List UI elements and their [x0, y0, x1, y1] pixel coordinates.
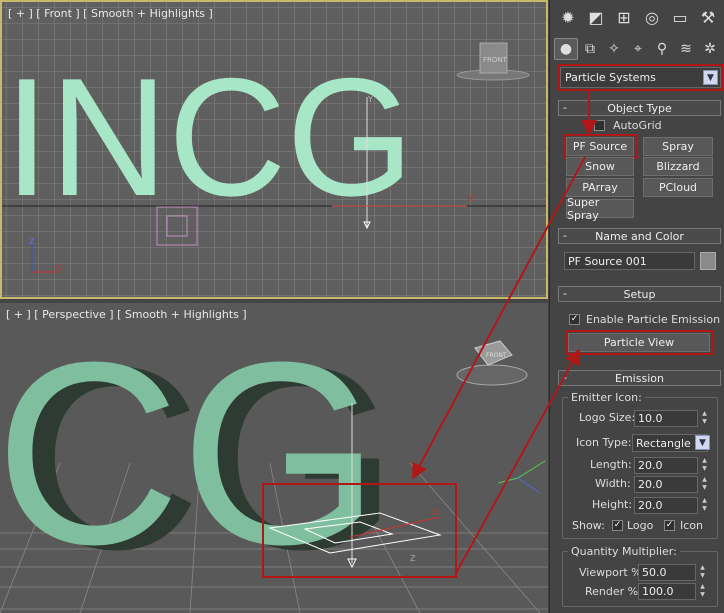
perspective-cg-text: CG: [0, 309, 380, 599]
front-viewcube-label: FRONT: [483, 56, 508, 64]
object-type-rollout-header[interactable]: - Object Type: [558, 100, 721, 116]
height-label: Height:: [592, 498, 633, 511]
name-color-title: Name and Color: [595, 229, 684, 243]
spinner-arrows-icon[interactable]: ▲ ▼: [700, 497, 709, 514]
width-spinner[interactable]: 20.0: [634, 476, 698, 493]
front-viewport-canvas: INCG X Y FRONT X Z: [2, 2, 546, 297]
hierarchy-icon[interactable]: ⊞: [610, 4, 638, 30]
show-label: Show:: [572, 519, 605, 532]
enable-emission-label: Enable Particle Emission: [586, 313, 721, 326]
show-logo-label: Logo: [627, 519, 654, 532]
cameras-icon[interactable]: ⌖: [626, 38, 650, 60]
setup-rollout-header[interactable]: - Setup: [558, 286, 721, 302]
collapse-icon: -: [563, 371, 567, 384]
motion-icon[interactable]: ◎: [638, 4, 666, 30]
perspective-gizmo-z-label: Z: [410, 554, 416, 563]
object-name-field[interactable]: PF Source 001: [564, 252, 695, 270]
name-color-rollout-header[interactable]: - Name and Color: [558, 228, 721, 244]
category-dropdown-value: Particle Systems: [565, 71, 656, 84]
enable-emission-checkbox[interactable]: ✓: [569, 314, 580, 325]
pf-source-button[interactable]: PF Source: [563, 134, 637, 159]
front-incg-text: INCG: [4, 43, 414, 231]
quantity-multiplier-title: Quantity Multiplier:: [568, 545, 680, 558]
spray-button[interactable]: Spray: [643, 137, 713, 156]
perspective-viewcube-label: FRONT: [486, 352, 507, 359]
collapse-icon: -: [563, 229, 567, 242]
spinner-arrows-icon[interactable]: ▲ ▼: [700, 457, 709, 474]
show-icon-checkbox[interactable]: ✓: [664, 520, 675, 531]
viewport-percent-label: Viewport %: [579, 566, 642, 579]
helpers-icon[interactable]: ⚲: [650, 38, 674, 60]
perspective-viewport-canvas: CG CG X Z FRONT: [0, 309, 548, 613]
logo-size-label: Logo Size:: [579, 411, 636, 424]
command-panel: ✹ ◩ ⊞ ◎ ▭ ⚒ ● ⧉ ✧ ⌖ ⚲ ≋ ✲ Particle Syste…: [549, 0, 724, 613]
front-viewport[interactable]: [ + ] [ Front ] [ Smooth + Highlights ] …: [0, 0, 548, 299]
length-spinner[interactable]: 20.0: [634, 457, 698, 474]
lights-icon[interactable]: ✧: [602, 38, 626, 60]
perspective-gizmo-x-label: X: [433, 508, 439, 517]
shapes-icon[interactable]: ⧉: [578, 38, 602, 60]
height-spinner[interactable]: 20.0: [634, 497, 698, 514]
snow-button[interactable]: Snow: [566, 157, 634, 176]
logo-size-spinner[interactable]: 10.0: [634, 410, 698, 427]
create-icon[interactable]: ✹: [554, 4, 582, 30]
collapse-icon: -: [563, 287, 567, 300]
perspective-viewport-label[interactable]: [ + ] [ Perspective ] [ Smooth + Highlig…: [6, 308, 247, 321]
length-label: Length:: [590, 458, 632, 471]
command-tabs: ✹ ◩ ⊞ ◎ ▭ ⚒: [550, 1, 724, 33]
spacewarps-icon[interactable]: ≋: [674, 38, 698, 60]
category-dropdown[interactable]: Particle Systems ▼: [557, 64, 724, 91]
emission-title: Emission: [615, 371, 664, 385]
autogrid-checkbox[interactable]: [594, 120, 605, 131]
utilities-icon[interactable]: ⚒: [694, 4, 722, 30]
front-gizmo-x-label: X: [468, 194, 474, 203]
emitter-icon-group-title: Emitter Icon:: [568, 391, 645, 404]
show-icon-label: Icon: [680, 519, 703, 532]
object-type-title: Object Type: [607, 101, 672, 115]
spinner-arrows-icon[interactable]: ▲ ▼: [700, 476, 709, 493]
render-percent-spinner[interactable]: 100.0: [638, 583, 696, 600]
create-subtabs: ● ⧉ ✧ ⌖ ⚲ ≋ ✲: [550, 34, 724, 64]
autogrid-label: AutoGrid: [613, 119, 662, 132]
blizzard-button[interactable]: Blizzard: [643, 157, 713, 176]
super-spray-button[interactable]: Super Spray: [566, 196, 634, 222]
front-gizmo-y-label: Y: [367, 95, 373, 104]
render-percent-label: Render %: [585, 585, 639, 598]
perspective-viewcube-icon: FRONT: [456, 340, 528, 386]
perspective-viewport[interactable]: [ + ] [ Perspective ] [ Smooth + Highlig…: [0, 303, 548, 613]
pcloud-button[interactable]: PCloud: [643, 178, 713, 197]
spinner-arrows-icon[interactable]: ▲ ▼: [700, 410, 709, 427]
icon-type-label: Icon Type:: [576, 436, 632, 449]
systems-icon[interactable]: ✲: [698, 38, 722, 60]
display-icon[interactable]: ▭: [666, 4, 694, 30]
width-label: Width:: [595, 477, 631, 490]
front-viewport-label[interactable]: [ + ] [ Front ] [ Smooth + Highlights ]: [8, 7, 213, 20]
chevron-down-icon[interactable]: ▼: [703, 70, 718, 85]
particle-view-button[interactable]: Particle View: [565, 330, 713, 355]
setup-title: Setup: [623, 287, 656, 301]
viewport-percent-spinner[interactable]: 50.0: [638, 564, 696, 581]
modify-icon[interactable]: ◩: [582, 4, 610, 30]
front-axis-z-label: Z: [29, 237, 35, 246]
front-axis-x-label: X: [56, 263, 62, 272]
emission-rollout-header[interactable]: - Emission: [558, 370, 721, 386]
geometry-icon[interactable]: ●: [554, 38, 578, 60]
parray-button[interactable]: PArray: [566, 178, 634, 197]
chevron-down-icon[interactable]: ▼: [695, 435, 710, 450]
spinner-arrows-icon[interactable]: ▲ ▼: [698, 564, 707, 581]
spinner-arrows-icon[interactable]: ▲ ▼: [698, 583, 707, 600]
object-color-swatch[interactable]: [700, 252, 716, 270]
collapse-icon: -: [563, 101, 567, 114]
show-logo-checkbox[interactable]: ✓: [612, 520, 623, 531]
